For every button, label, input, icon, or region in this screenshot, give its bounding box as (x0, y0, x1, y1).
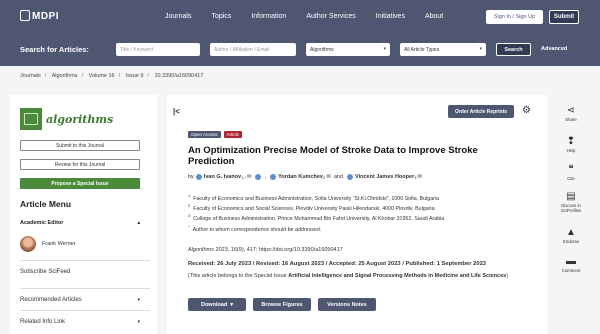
browse-figures-button[interactable]: Browse Figures (253, 298, 311, 311)
author-name[interactable]: Ivan G. Ivanov (204, 174, 241, 180)
chevron-up-icon: ▴ (137, 220, 140, 226)
chevron-down-icon: ▾ (230, 301, 234, 308)
chevron-down-icon: ▾ (137, 319, 140, 325)
academic-editor-toggle[interactable]: Academic Editor ▴ (20, 220, 140, 226)
share-icon: ⋖ (566, 105, 576, 116)
orcid-icon[interactable] (347, 174, 354, 180)
author-affiliation-input[interactable]: Author / Affiliation / Email (210, 43, 296, 56)
article-type-badge: Article (223, 131, 243, 138)
subscribe-scifeed-link[interactable]: Subscribe SciFeed (20, 260, 150, 275)
chevron-down-icon: ▾ (137, 297, 140, 303)
nav-about[interactable]: About (425, 13, 443, 20)
order-reprints-button[interactable]: Order Article Reprints (448, 105, 514, 118)
comment-icon: ▬ (566, 256, 576, 267)
editor-avatar (20, 236, 36, 252)
submit-button[interactable]: Submit (549, 10, 579, 24)
citation-line: Algorithms 2023, 16(9), 417; https://doi… (188, 247, 343, 253)
journal-select[interactable]: Algorithms ▾ (306, 43, 390, 56)
nav-information[interactable]: Information (251, 13, 286, 20)
endorse-icon: ▲ (566, 227, 576, 238)
propose-special-issue-button[interactable]: Propose a Special Issue (20, 178, 140, 189)
title-keyword-input[interactable]: Title / Keyword (116, 43, 200, 56)
special-issue-note: (This article belongs to the Special Iss… (188, 273, 509, 279)
article-main: |< Order Article Reprints ⚙ Open Access … (167, 95, 547, 334)
breadcrumb-algorithms[interactable]: Algorithms (52, 73, 78, 79)
publication-dates: Received: 26 July 2023 / Revised: 16 Aug… (188, 261, 487, 267)
breadcrumb-issue[interactable]: Issue 9 (126, 73, 144, 79)
affiliation: 3College of Business Administration, Pri… (188, 213, 445, 222)
author-name[interactable]: Vincent James Hooper (355, 174, 414, 180)
affiliation: 1Faculty of Economics and Business Admin… (188, 193, 440, 202)
advanced-search-link[interactable]: Advanced (541, 46, 567, 52)
breadcrumb-doi: 10.3390/a16090417 (154, 73, 204, 79)
review-for-journal-button[interactable]: Review for this Journal (20, 159, 140, 170)
nav-author-services[interactable]: Author Services (306, 13, 355, 20)
academic-editor[interactable]: Frank Werner (20, 236, 76, 252)
main-nav: Journals Topics Information Author Servi… (165, 13, 463, 20)
related-info-link[interactable]: Related Info Link ▾ (20, 310, 150, 325)
help-action[interactable]: ❢ Help (557, 136, 585, 153)
article-sidebar: algorithms Submit to this Journal Review… (10, 95, 157, 334)
orcid-icon[interactable] (270, 174, 277, 180)
mdpi-logo[interactable]: MDPI (20, 10, 59, 22)
share-action[interactable]: ⋖ Share (557, 105, 585, 122)
chevron-down-icon: ▾ (383, 46, 386, 52)
top-navigation: MDPI Journals Topics Information Author … (0, 0, 600, 34)
breadcrumb-journals[interactable]: Journals (20, 73, 41, 79)
discuss-icon: ▤ (566, 191, 576, 202)
nav-topics[interactable]: Topics (211, 13, 231, 20)
special-issue-link[interactable]: Artificial Intelligence and Signal Proce… (288, 273, 506, 279)
author-list: by Ivan G. Ivanov 1,* ✉ , Yordan Kumchev 2… (188, 174, 423, 180)
affiliation: 2Faculty of Economics and Social Science… (188, 203, 435, 212)
discuss-action[interactable]: ▤ Discuss in SciProfiles (557, 191, 585, 213)
article-type-select[interactable]: All Article Types ▾ (400, 43, 486, 56)
journal-logo[interactable]: algorithms (20, 108, 113, 130)
cite-action[interactable]: ❝ Cite (557, 164, 585, 181)
article-title: An Optimization Precise Model of Stroke … (188, 145, 478, 167)
sign-in-button[interactable]: Sign In / Sign Up (486, 10, 543, 24)
submit-to-journal-button[interactable]: Submit to this Journal (20, 140, 140, 151)
article-menu-title: Article Menu (20, 199, 72, 209)
journal-name: algorithms (46, 112, 114, 126)
nav-journals[interactable]: Journals (165, 13, 191, 20)
recommended-articles-link[interactable]: Recommended Articles ▾ (20, 288, 150, 303)
endorse-action[interactable]: ▲ Endorse (557, 227, 585, 244)
open-access-badge: Open Access (188, 131, 221, 138)
orcid-icon[interactable] (254, 174, 261, 180)
nav-initiatives[interactable]: Initiatives (376, 13, 405, 20)
email-icon[interactable]: ✉ (417, 174, 422, 180)
article-badges: Open Access Article (188, 131, 243, 138)
author-name[interactable]: Yordan Kumchev (278, 174, 323, 180)
algorithms-logo-icon (20, 108, 42, 130)
download-button[interactable]: Download ▾ (188, 298, 246, 311)
gear-icon[interactable]: ⚙ (522, 105, 531, 116)
search-label: Search for Articles: (20, 45, 89, 54)
collapse-sidebar-icon[interactable]: |< (173, 107, 180, 116)
email-icon[interactable]: ✉ (247, 174, 252, 180)
article-search-bar: Search for Articles: Title / Keyword Aut… (0, 34, 600, 66)
search-button[interactable]: Search (496, 43, 531, 56)
help-icon: ❢ (566, 136, 576, 147)
cite-icon: ❝ (568, 164, 574, 175)
comment-action[interactable]: ▬ Comment (557, 256, 585, 273)
versions-notes-button[interactable]: Versions Notes (318, 298, 376, 311)
affiliation-note: *Author to whom correspondence should be… (188, 224, 322, 233)
breadcrumb-volume[interactable]: Volume 16 (89, 73, 115, 79)
editor-name[interactable]: Frank Werner (42, 241, 76, 247)
mdpi-logo-icon (20, 10, 30, 21)
orcid-icon[interactable] (195, 174, 202, 180)
breadcrumb: Journals / Algorithms / Volume 16/ Issue 9… (20, 73, 204, 79)
email-icon[interactable]: ✉ (326, 174, 331, 180)
chevron-down-icon: ▾ (479, 46, 482, 52)
